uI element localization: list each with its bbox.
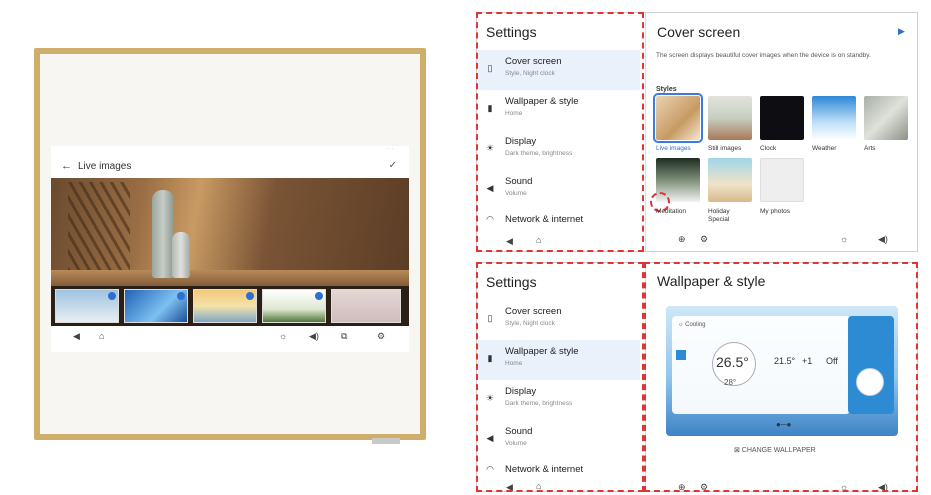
live-images-title: Live images [78, 160, 132, 172]
device-nav-bar: ◀ ⌂ ☼ ◀) ⧉ ⚙ [51, 326, 409, 348]
panel-divider [645, 12, 646, 252]
action-icon[interactable]: ⊕ [678, 234, 686, 245]
style-label: Arts [864, 145, 876, 152]
content-title: Cover screen [657, 24, 741, 40]
live-thumbnail[interactable] [55, 289, 119, 323]
screen-mirror-icon[interactable]: ⧉ [341, 331, 347, 342]
short-vase-image [172, 232, 190, 278]
screen-status-bar: · · · [385, 146, 393, 152]
style-tile-holiday[interactable] [708, 158, 752, 202]
style-label: My photos [760, 208, 790, 215]
back-arrow-icon[interactable]: ← [61, 160, 72, 172]
live-images-header: ← Live images ✓ [51, 154, 409, 178]
tall-vase-image [152, 190, 174, 278]
volume-icon[interactable]: ◀) [878, 234, 888, 245]
brightness-icon[interactable]: ☼ [840, 234, 848, 244]
volume-icon[interactable]: ◀) [309, 331, 319, 342]
highlight-box-menu [476, 262, 644, 492]
style-tile-still[interactable] [708, 96, 752, 140]
style-tile-my-photos[interactable] [760, 158, 804, 202]
device-stand [372, 438, 400, 444]
style-tile-clock[interactable] [760, 96, 804, 140]
highlight-box-content [644, 262, 918, 492]
home-icon[interactable]: ⌂ [99, 331, 104, 341]
check-badge-icon [315, 292, 323, 300]
back-icon[interactable]: ◀ [73, 331, 80, 342]
play-icon[interactable]: ▶ [898, 26, 905, 37]
settings-icon[interactable]: ⚙ [377, 331, 385, 342]
check-badge-icon [108, 292, 116, 300]
styles-label: Styles [656, 86, 677, 93]
check-icon[interactable]: ✓ [389, 160, 397, 171]
settings-icon[interactable]: ⚙ [700, 234, 708, 245]
live-thumbnail[interactable] [262, 289, 326, 323]
style-tile-weather[interactable] [812, 96, 856, 140]
style-label: Live images [656, 145, 691, 152]
style-label: Holiday Special [708, 208, 730, 223]
plant-shadow-image [68, 182, 130, 272]
style-label: Still images [708, 145, 742, 152]
style-label: Weather [812, 145, 837, 152]
live-thumbnail[interactable] [193, 289, 257, 323]
style-label: Meditation [656, 208, 686, 215]
check-badge-icon [246, 292, 254, 300]
live-thumbnail[interactable] [124, 289, 188, 323]
style-tile-live[interactable] [653, 93, 703, 143]
style-label: Clock [760, 145, 777, 152]
style-tile-arts[interactable] [864, 96, 908, 140]
check-badge-icon [177, 292, 185, 300]
live-thumbnail[interactable] [331, 289, 401, 323]
brightness-icon[interactable]: ☼ [279, 331, 287, 341]
cover-description: The screen displays beautiful cover imag… [656, 52, 871, 59]
highlight-box-menu [476, 12, 644, 252]
